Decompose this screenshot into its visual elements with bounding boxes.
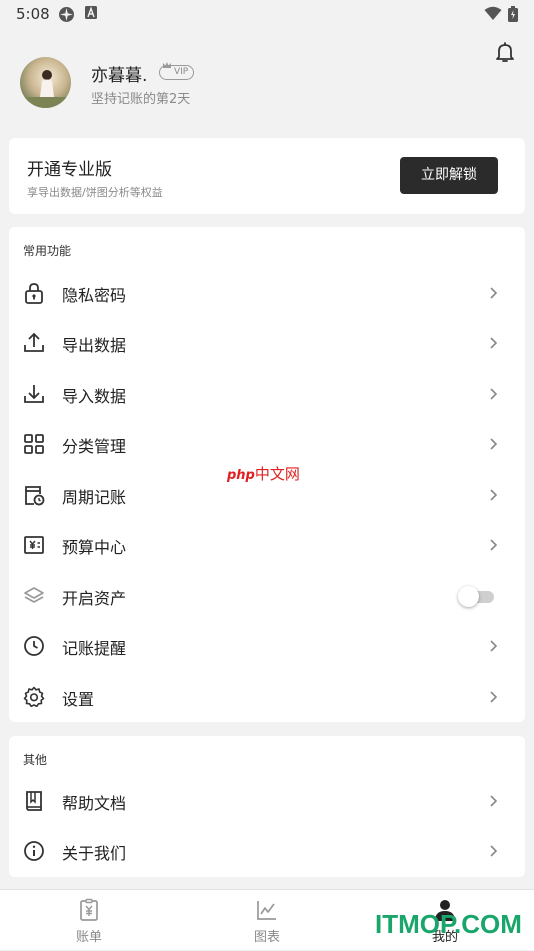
section-title-other: 其他 [23, 753, 48, 767]
menu-item-settings[interactable]: 设置 [9, 672, 525, 722]
status-time: 5:08 [16, 5, 50, 23]
info-icon [24, 841, 44, 861]
pro-title: 开通专业版 [27, 160, 112, 180]
menu-item-category-management[interactable]: 分类管理 [9, 419, 525, 469]
menu-item-label: 周期记账 [62, 488, 127, 507]
menu-item-budget-center[interactable]: 预算中心 [9, 520, 525, 570]
chevron-right-icon [490, 287, 498, 299]
vip-badge: VIP [159, 62, 195, 80]
chevron-right-icon [490, 845, 498, 857]
profile-header: 亦暮暮. VIP 坚持记账的第2天 [0, 28, 534, 136]
chevron-right-icon [490, 691, 498, 703]
gear-icon [23, 686, 45, 708]
wifi-icon [484, 6, 502, 20]
toggle-knob [458, 586, 479, 607]
avatar-photo-icon [20, 70, 71, 108]
app-status-icon [59, 7, 74, 22]
yuan-icon [24, 536, 44, 554]
tab-label: 账单 [75, 930, 102, 945]
chevron-right-icon [490, 337, 498, 349]
vip-label: VIP [174, 67, 189, 77]
menu-item-enable-assets: 开启资产 [9, 571, 525, 621]
streak-days: 坚持记账的第2天 [91, 92, 191, 107]
menu-item-label: 隐私密码 [62, 286, 127, 305]
menu-item-reminder[interactable]: 记账提醒 [9, 621, 525, 671]
grid-icon [24, 434, 44, 454]
nickname: 亦暮暮. [91, 66, 148, 86]
pro-subtitle: 享导出数据/饼图分析等权益 [27, 186, 163, 199]
pro-upgrade-card: 开通专业版 享导出数据/饼图分析等权益 立即解锁 [9, 138, 525, 214]
menu-item-export-data[interactable]: 导出数据 [9, 318, 525, 368]
bill-icon [80, 898, 98, 921]
clock-icon [24, 636, 44, 656]
assets-toggle[interactable] [458, 586, 496, 607]
chevron-right-icon [490, 539, 498, 551]
menu-item-import-data[interactable]: 导入数据 [9, 369, 525, 419]
notification-a-icon [85, 6, 97, 19]
status-bar: 5:08 [0, 0, 534, 28]
menu-item-help-docs[interactable]: 帮助文档 [9, 776, 525, 826]
avatar[interactable] [20, 57, 71, 108]
watermark-text: 中文网 [254, 465, 300, 483]
menu-item-label: 导出数据 [62, 336, 127, 355]
chevron-right-icon [490, 489, 498, 501]
menu-item-label: 帮助文档 [62, 794, 127, 813]
battery-icon [508, 6, 518, 22]
php-watermark: php中文网 [227, 463, 300, 484]
unlock-button[interactable]: 立即解锁 [400, 157, 498, 194]
download-icon [24, 385, 44, 403]
crown-icon [163, 62, 171, 68]
other-card: 其他 帮助文档 关于我们 [9, 736, 525, 877]
section-title-common: 常用功能 [23, 244, 72, 258]
chevron-right-icon [490, 388, 498, 400]
lock-icon [25, 283, 43, 304]
menu-item-label: 设置 [62, 690, 95, 709]
chevron-right-icon [490, 640, 498, 652]
itmop-watermark: ITMOP.COM [375, 909, 522, 939]
tab-label: 图表 [253, 930, 280, 945]
tab-charts[interactable]: 图表 [178, 890, 356, 951]
tab-bills[interactable]: 账单 [0, 890, 178, 951]
chevron-right-icon [490, 795, 498, 807]
menu-item-label: 记账提醒 [62, 639, 127, 658]
menu-item-label: 开启资产 [62, 589, 127, 608]
menu-item-about-us[interactable]: 关于我们 [9, 826, 525, 876]
watermark-php: php [227, 468, 255, 483]
menu-item-label: 导入数据 [62, 387, 127, 406]
menu-item-label: 预算中心 [62, 538, 127, 557]
calendar-clock-icon [25, 486, 45, 506]
upload-icon [24, 332, 44, 352]
bell-icon[interactable] [493, 40, 517, 64]
book-icon [26, 791, 42, 811]
chevron-right-icon [490, 438, 498, 450]
chart-icon [257, 901, 276, 920]
menu-item-privacy-password[interactable]: 隐私密码 [9, 268, 525, 318]
layers-icon [24, 587, 44, 603]
menu-item-label: 关于我们 [62, 844, 127, 863]
menu-item-label: 分类管理 [62, 437, 127, 456]
